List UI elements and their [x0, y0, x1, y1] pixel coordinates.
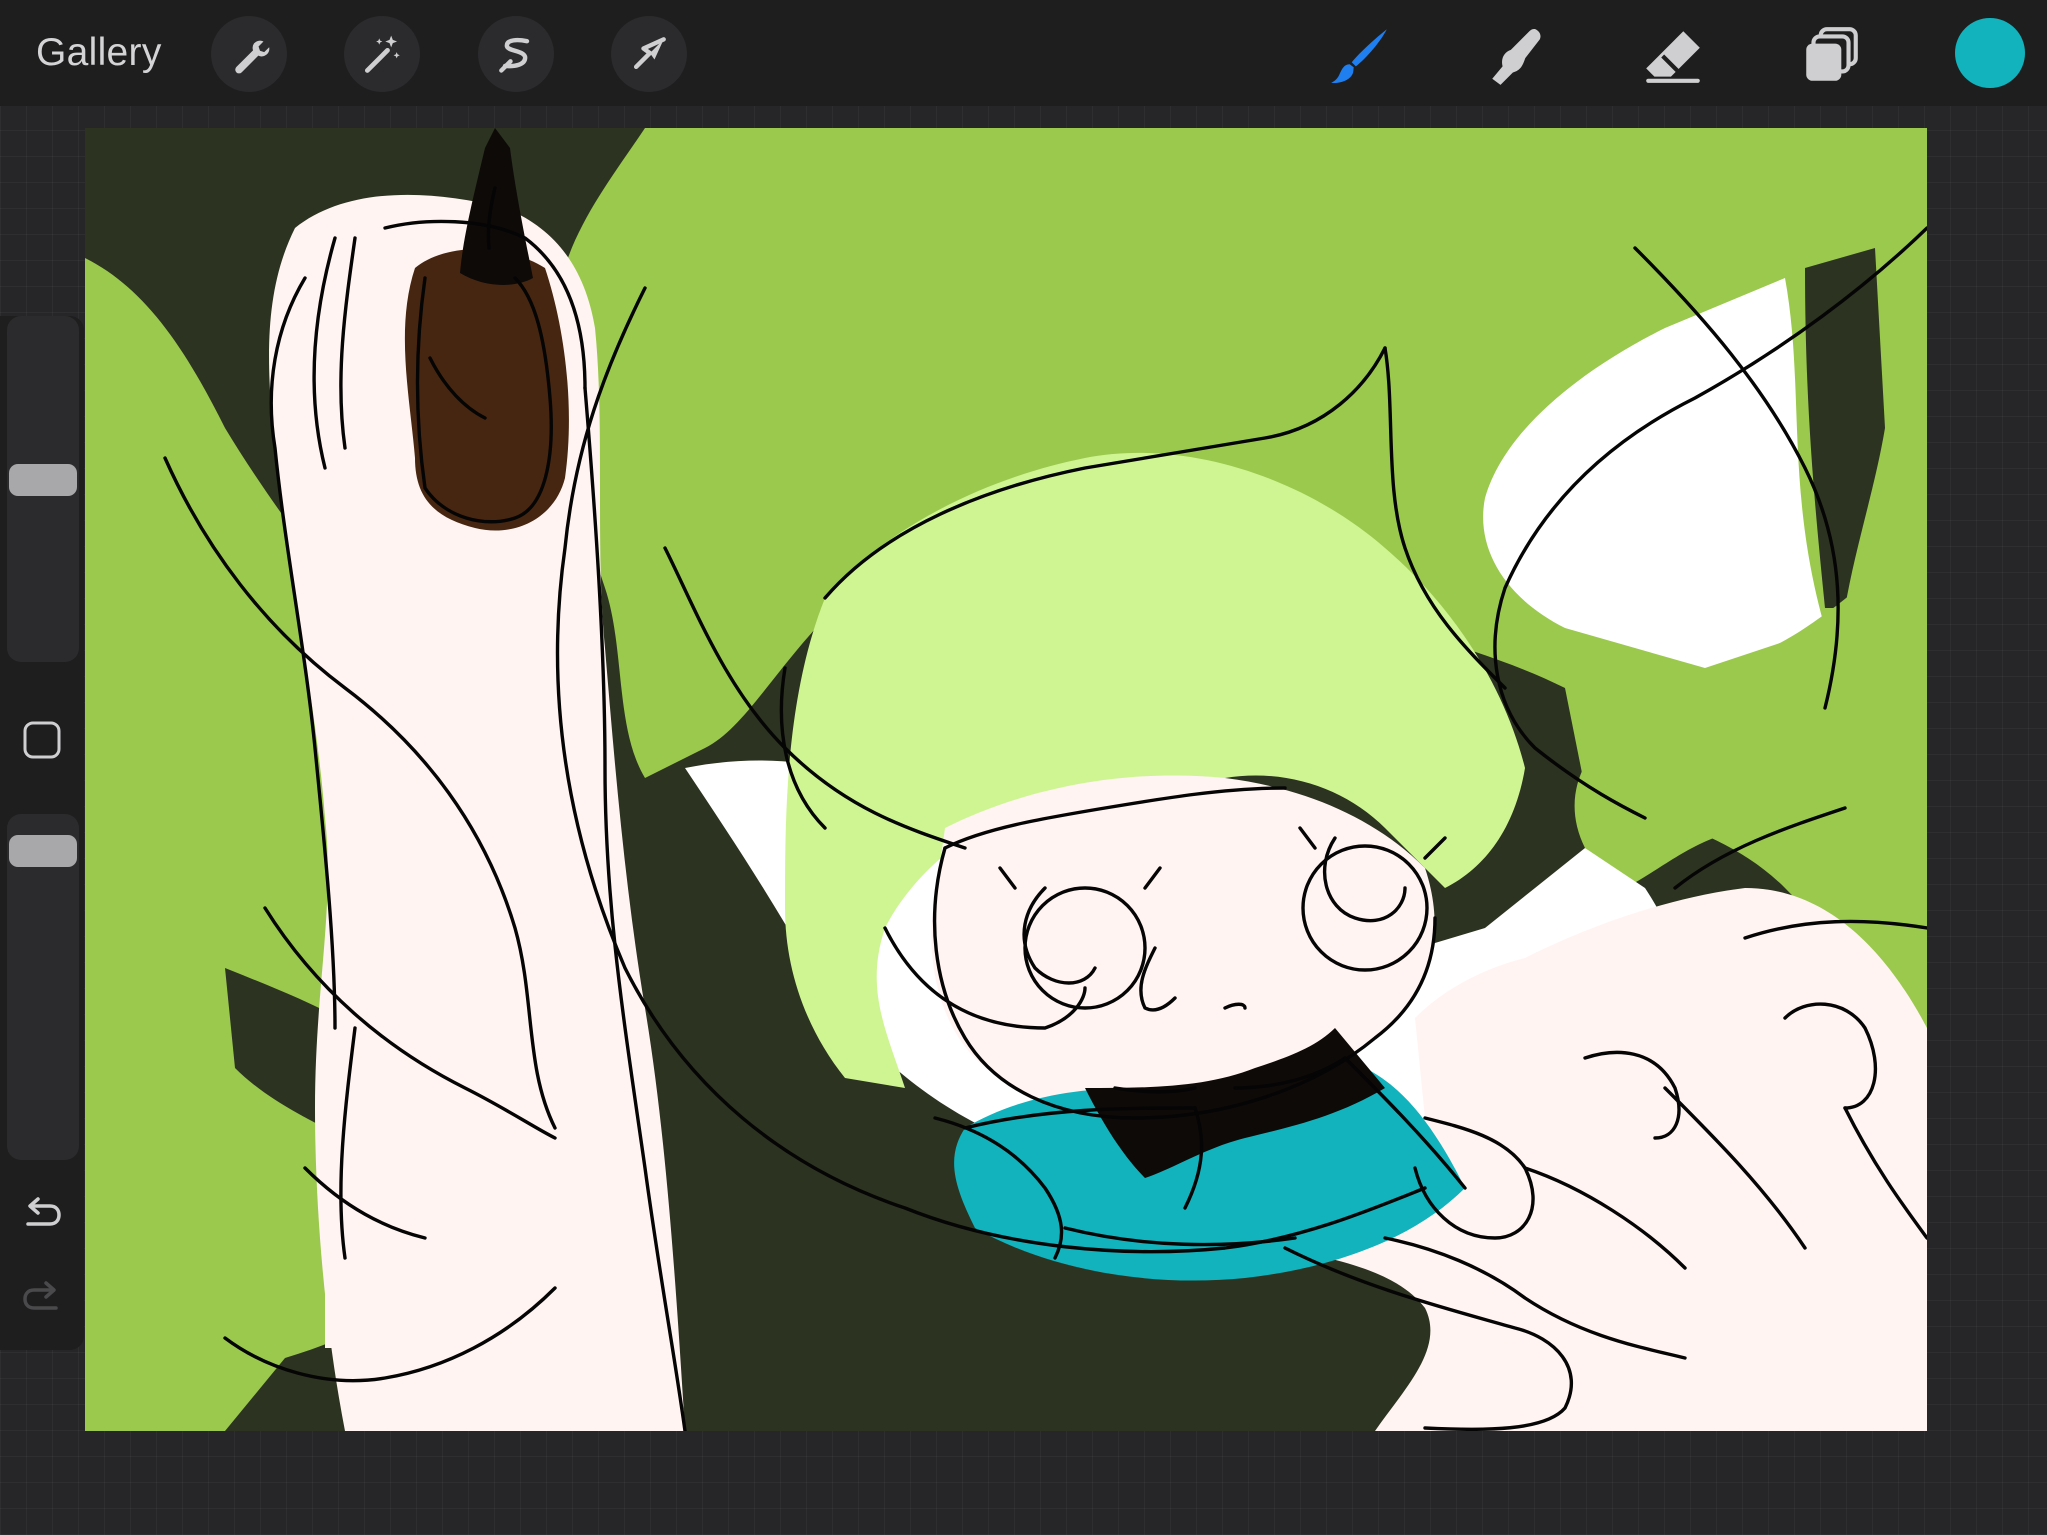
brush-opacity-slider[interactable]: [7, 814, 79, 1160]
top-toolbar: Gallery: [0, 0, 2047, 106]
color-swatch-button[interactable]: [1955, 18, 2025, 88]
side-bar: [0, 316, 84, 1350]
magic-wand-icon: [364, 35, 400, 73]
smudge-tool-button[interactable]: [1477, 16, 1557, 96]
eraser-tool-button[interactable]: [1633, 16, 1713, 96]
brush-tool-button[interactable]: [1320, 16, 1400, 96]
procreate-app: Gallery: [0, 0, 2047, 1535]
square-outline-icon: [23, 721, 61, 759]
wrench-icon: [235, 40, 270, 74]
undo-button[interactable]: [20, 1192, 64, 1236]
brush-size-slider-thumb[interactable]: [9, 463, 77, 496]
brush-opacity-slider-thumb[interactable]: [9, 835, 77, 868]
artwork: [85, 128, 1927, 1431]
arrow-cursor-icon: [633, 37, 666, 70]
layers-icon: [1806, 27, 1858, 81]
drawing-canvas[interactable]: [85, 128, 1927, 1431]
redo-button[interactable]: [20, 1276, 64, 1320]
layers-button[interactable]: [1791, 16, 1871, 96]
brush-icon: [1331, 29, 1387, 84]
pen-body: [404, 249, 569, 531]
undo-arrow-icon: [26, 1197, 61, 1226]
gallery-button[interactable]: Gallery: [36, 28, 162, 78]
brush-size-slider[interactable]: [7, 316, 79, 662]
actions-button[interactable]: [211, 16, 287, 92]
adjustments-button[interactable]: [344, 16, 420, 92]
smudge-finger-icon: [1492, 28, 1541, 85]
redo-arrow-icon: [23, 1281, 58, 1310]
eraser-icon: [1646, 31, 1700, 83]
selection-button[interactable]: [478, 16, 554, 92]
modify-button[interactable]: [22, 720, 62, 760]
transform-button[interactable]: [611, 16, 687, 92]
selection-s-icon: [499, 37, 530, 73]
